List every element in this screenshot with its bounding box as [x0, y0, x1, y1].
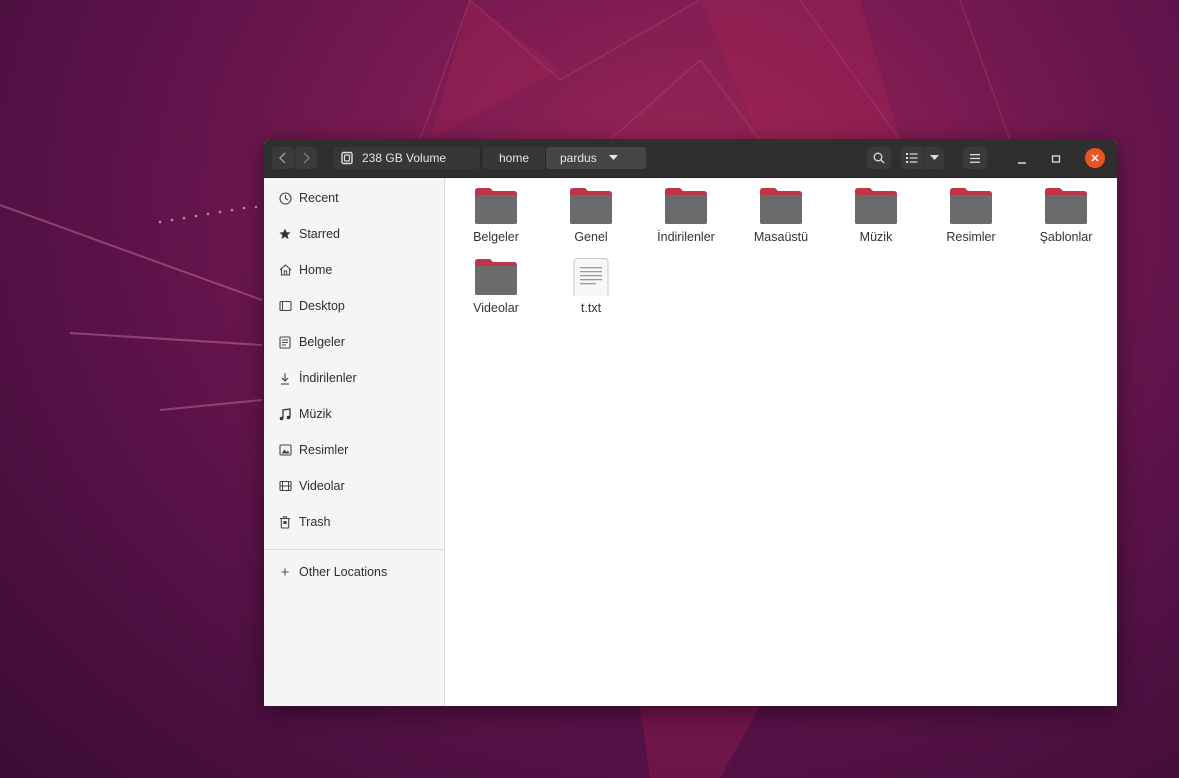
sidebar-item-other-locations[interactable]: + Other Locations	[264, 557, 444, 587]
sidebar-item-label: İndirilenler	[299, 371, 357, 385]
location-button-volume[interactable]: 238 GB Volume	[334, 147, 481, 169]
plus-icon: +	[280, 563, 290, 581]
chevron-right-icon	[303, 152, 310, 164]
sidebar-item-indirilenler[interactable]: İndirilenler	[264, 363, 444, 393]
desktop-icon	[278, 299, 292, 313]
breadcrumb-pardus-label: pardus	[560, 151, 597, 165]
maximize-button[interactable]	[1050, 152, 1062, 164]
file-item-sablonlar[interactable]: Şablonlar	[1026, 187, 1106, 253]
sidebar-item-label: Müzik	[299, 407, 332, 421]
search-icon	[873, 152, 885, 164]
sidebar-item-desktop[interactable]: Desktop	[264, 291, 444, 321]
download-icon	[278, 371, 292, 385]
file-item-masaustu[interactable]: Masaüstü	[741, 187, 821, 253]
file-name: Şablonlar	[1039, 230, 1093, 244]
close-button[interactable]	[1085, 148, 1105, 168]
minimize-button[interactable]	[1016, 152, 1028, 164]
sidebar-item-label: Desktop	[299, 299, 345, 313]
file-item-genel[interactable]: Genel	[551, 187, 631, 253]
folder-icon	[950, 188, 992, 224]
sidebar-item-home[interactable]: Home	[264, 255, 444, 285]
sidebar-item-belgeler[interactable]: Belgeler	[264, 327, 444, 357]
music-icon	[278, 407, 292, 421]
home-icon	[278, 263, 292, 277]
folder-icon	[570, 188, 612, 224]
file-manager-window: 238 GB Volume home pardus Recent Starred…	[264, 139, 1117, 706]
file-item-videolar[interactable]: Videolar	[456, 258, 536, 324]
file-name: Resimler	[946, 230, 996, 244]
file-item-muzik[interactable]: Müzik	[836, 187, 916, 253]
hamburger-menu-icon	[970, 153, 980, 163]
file-item-t-txt[interactable]: t.txt	[551, 258, 631, 324]
sidebar-item-label: Home	[299, 263, 333, 277]
document-icon	[278, 335, 292, 349]
sidebar-item-label: Starred	[299, 227, 340, 241]
location-volume-label: 238 GB Volume	[362, 151, 447, 165]
menu-button[interactable]	[963, 147, 987, 169]
star-icon	[278, 227, 292, 241]
sidebar-item-label: Recent	[299, 191, 339, 205]
file-item-resimler[interactable]: Resimler	[931, 187, 1011, 253]
file-name: Masaüstü	[753, 230, 809, 244]
sidebar-divider	[264, 549, 444, 550]
file-name: Belgeler	[473, 230, 519, 244]
folder-icon	[475, 188, 517, 224]
search-button[interactable]	[867, 147, 891, 169]
text-file-icon	[573, 258, 609, 296]
breadcrumb-home-label: home	[498, 151, 530, 165]
sidebar-item-resimler[interactable]: Resimler	[264, 435, 444, 465]
trash-icon	[278, 515, 292, 529]
sidebar-item-trash[interactable]: Trash	[264, 507, 444, 537]
files-view: Belgeler Genel İndirilenler Masaüstü Müz…	[445, 178, 1117, 706]
sidebar-item-starred[interactable]: Starred	[264, 219, 444, 249]
folder-icon	[475, 259, 517, 295]
view-options-button[interactable]	[924, 147, 944, 169]
file-name: t.txt	[580, 301, 602, 315]
sidebar-item-label: Resimler	[299, 443, 349, 457]
minimize-icon	[1018, 162, 1026, 164]
sidebar-item-label: Videolar	[299, 479, 345, 493]
forward-button[interactable]	[295, 147, 317, 169]
breadcrumb-pardus[interactable]: pardus	[546, 147, 646, 169]
sidebar-item-label: Trash	[299, 515, 331, 529]
maximize-icon	[1051, 155, 1061, 163]
sidebar: Recent Starred Home Desktop Belgeler İnd…	[264, 178, 445, 706]
view-toggle-button[interactable]	[901, 147, 923, 169]
dropdown-arrow-icon	[608, 155, 618, 160]
sidebar-item-muzik[interactable]: Müzik	[264, 399, 444, 429]
back-button[interactable]	[272, 147, 294, 169]
file-name: Genel	[574, 230, 608, 244]
file-name: Videolar	[473, 301, 519, 315]
drive-icon	[341, 151, 353, 165]
sidebar-item-label: Belgeler	[299, 335, 345, 349]
clock-icon	[278, 191, 292, 205]
picture-icon	[278, 443, 292, 457]
headerbar: 238 GB Volume home pardus	[264, 139, 1117, 178]
file-item-indirilenler[interactable]: İndirilenler	[646, 187, 726, 253]
folder-icon	[665, 188, 707, 224]
folder-icon	[1045, 188, 1087, 224]
folder-icon	[760, 188, 802, 224]
sidebar-item-label: Other Locations	[299, 565, 388, 579]
breadcrumb-home[interactable]: home	[483, 147, 546, 169]
list-view-icon	[906, 153, 918, 163]
file-name: İndirilenler	[657, 230, 715, 244]
video-icon	[278, 479, 292, 493]
sidebar-item-videolar[interactable]: Videolar	[264, 471, 444, 501]
file-name: Müzik	[859, 230, 893, 244]
close-icon	[1091, 154, 1099, 162]
folder-icon	[855, 188, 897, 224]
chevron-left-icon	[279, 152, 286, 164]
file-item-belgeler[interactable]: Belgeler	[456, 187, 536, 253]
chevron-down-icon	[929, 155, 939, 160]
sidebar-item-recent[interactable]: Recent	[264, 183, 444, 213]
